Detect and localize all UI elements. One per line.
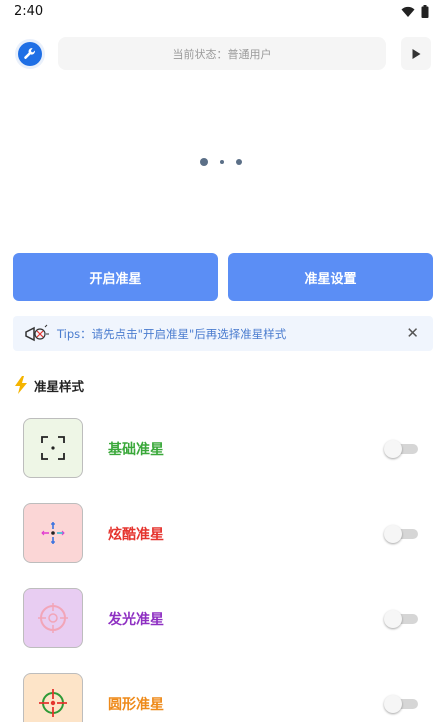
style-label: 基础准星 xyxy=(108,442,164,458)
loading-dot xyxy=(220,160,224,164)
wifi-icon xyxy=(401,6,415,17)
loading-dot xyxy=(236,159,242,165)
basic-crosshair-icon xyxy=(41,436,65,460)
toggle-knob xyxy=(384,440,402,458)
list-item: 发光准星 xyxy=(0,588,443,650)
section-title: 准星样式 xyxy=(34,378,85,394)
list-item: 圆形准星 xyxy=(0,673,443,722)
loading-indicator xyxy=(200,157,246,167)
list-item: 炫酷准星 xyxy=(0,503,443,565)
wrench-icon xyxy=(18,42,42,66)
status-time: 2:40 xyxy=(14,4,44,19)
tips-text: Tips：请先点击"开启准星"后再选择准星样式 xyxy=(57,327,287,341)
style-toggle[interactable] xyxy=(384,695,418,713)
wrench-button[interactable] xyxy=(15,39,45,69)
megaphone-icon xyxy=(25,324,49,342)
toggle-knob xyxy=(384,695,402,713)
close-icon[interactable]: ✕ xyxy=(406,324,419,342)
style-label: 圆形准星 xyxy=(108,697,164,713)
toggle-knob xyxy=(384,610,402,628)
cool-crosshair-icon xyxy=(41,522,65,544)
glow-crosshair-icon xyxy=(38,603,68,633)
style-icon-tile[interactable] xyxy=(23,418,83,478)
style-label: 炫酷准星 xyxy=(108,527,164,543)
user-status-bar: 当前状态：普通用户 xyxy=(58,37,386,70)
status-bar: 2:40 xyxy=(0,0,443,26)
style-toggle[interactable] xyxy=(384,440,418,458)
list-item: 基础准星 xyxy=(0,418,443,480)
play-button[interactable] xyxy=(401,37,431,70)
loading-dot xyxy=(200,158,208,166)
style-toggle[interactable] xyxy=(384,610,418,628)
style-icon-tile[interactable] xyxy=(23,503,83,563)
crosshair-settings-button[interactable]: 准星设置 xyxy=(228,253,433,301)
status-icons xyxy=(401,5,429,18)
toggle-knob xyxy=(384,525,402,543)
section-header: 准星样式 xyxy=(14,375,84,395)
start-crosshair-button[interactable]: 开启准星 xyxy=(13,253,218,301)
play-icon xyxy=(412,48,421,59)
style-label: 发光准星 xyxy=(108,612,164,628)
lightning-icon xyxy=(15,376,27,394)
battery-icon xyxy=(421,5,429,18)
style-toggle[interactable] xyxy=(384,525,418,543)
tips-banner: Tips：请先点击"开启准星"后再选择准星样式 ✕ xyxy=(13,316,433,351)
top-toolbar: 当前状态：普通用户 xyxy=(0,36,443,72)
circle-crosshair-icon xyxy=(39,689,67,717)
style-icon-tile[interactable] xyxy=(23,673,83,722)
style-icon-tile[interactable] xyxy=(23,588,83,648)
